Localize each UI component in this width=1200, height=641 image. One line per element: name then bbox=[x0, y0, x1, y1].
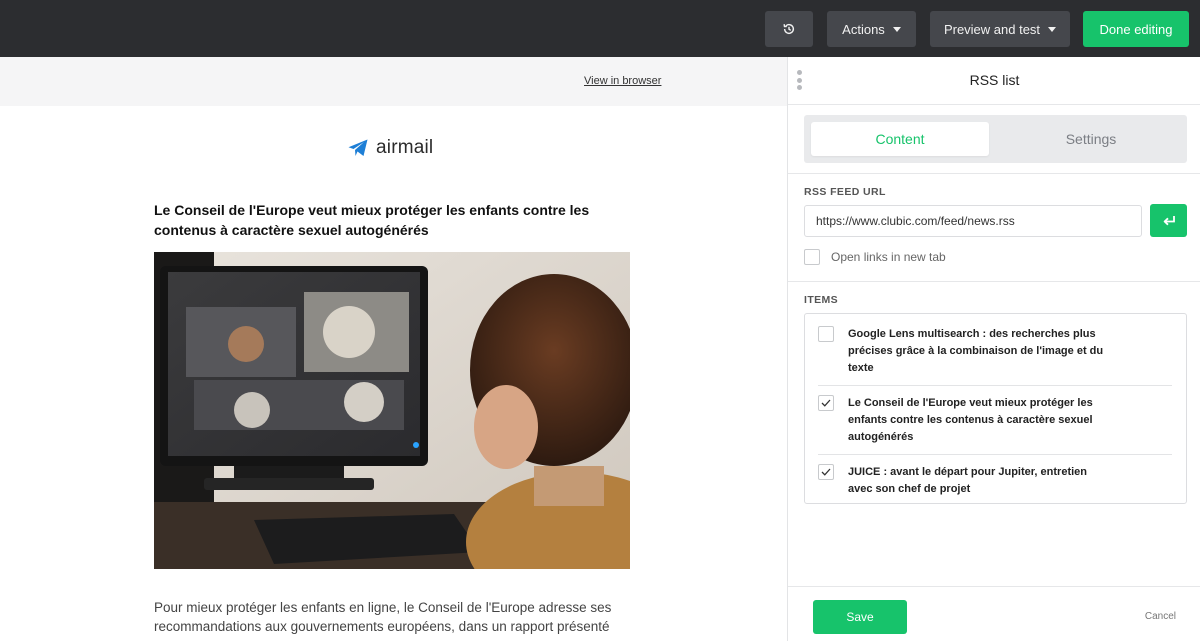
save-button[interactable]: Save bbox=[813, 600, 907, 634]
rss-list-panel: RSS list Content Settings RSS FEED URL O… bbox=[787, 57, 1200, 641]
items-label: ITEMS bbox=[804, 294, 839, 306]
history-button[interactable] bbox=[765, 11, 813, 47]
panel-title: RSS list bbox=[969, 72, 1020, 88]
rss-feed-url-label: RSS FEED URL bbox=[804, 186, 886, 198]
preview-label: Preview and test bbox=[943, 21, 1041, 37]
paper-plane-icon bbox=[348, 139, 368, 156]
history-icon bbox=[783, 23, 795, 35]
top-toolbar: Actions Preview and test Done editing bbox=[0, 0, 1200, 57]
item-checkbox[interactable] bbox=[818, 464, 834, 480]
checkmark-icon bbox=[821, 468, 831, 476]
preheader: View in browser bbox=[0, 57, 787, 106]
item-checkbox[interactable] bbox=[818, 395, 834, 411]
item-title: Le Conseil de l'Europe veut mieux protég… bbox=[848, 397, 1093, 443]
open-new-tab-row: Open links in new tab bbox=[804, 249, 946, 265]
section-divider bbox=[788, 281, 1200, 282]
rss-url-input[interactable] bbox=[804, 205, 1142, 237]
item-checkbox[interactable] bbox=[818, 326, 834, 342]
view-in-browser-link[interactable]: View in browser bbox=[584, 75, 661, 87]
tab-content[interactable]: Content bbox=[811, 122, 989, 156]
preview-and-test-dropdown[interactable]: Preview and test bbox=[930, 11, 1070, 47]
item-divider bbox=[818, 385, 1172, 386]
footer-divider bbox=[788, 586, 1200, 587]
open-new-tab-checkbox[interactable] bbox=[804, 249, 820, 265]
submit-url-button[interactable] bbox=[1150, 204, 1187, 237]
caret-down-icon bbox=[1048, 27, 1057, 32]
logo-text: airmail bbox=[376, 137, 434, 158]
panel-tabs: Content Settings bbox=[804, 115, 1187, 163]
item-title: JUICE : avant le départ pour Jupiter, en… bbox=[848, 466, 1087, 495]
actions-label: Actions bbox=[842, 21, 885, 37]
done-editing-button[interactable]: Done editing bbox=[1083, 11, 1189, 47]
items-list: Google Lens multisearch : des recherches… bbox=[804, 313, 1187, 504]
article-excerpt: Pour mieux protéger les enfants en ligne… bbox=[154, 600, 612, 634]
checkmark-icon bbox=[821, 399, 831, 407]
article-title[interactable]: Le Conseil de l'Europe veut mieux protég… bbox=[154, 200, 624, 240]
caret-down-icon bbox=[892, 27, 901, 32]
actions-dropdown[interactable]: Actions bbox=[827, 11, 916, 47]
logo: airmail bbox=[348, 137, 433, 159]
section-divider bbox=[788, 173, 1200, 174]
email-preview: View in browser airmail Le Conseil de l'… bbox=[0, 57, 787, 641]
article-image[interactable] bbox=[154, 252, 630, 569]
tab-settings[interactable]: Settings bbox=[1009, 122, 1173, 156]
item-title: Google Lens multisearch : des recherches… bbox=[848, 328, 1104, 374]
open-new-tab-label: Open links in new tab bbox=[831, 250, 946, 264]
cancel-button[interactable]: Cancel bbox=[1136, 611, 1176, 622]
enter-icon bbox=[1163, 215, 1175, 225]
item-divider bbox=[818, 454, 1172, 455]
done-label: Done editing bbox=[1099, 21, 1173, 37]
panel-divider bbox=[788, 104, 1200, 105]
